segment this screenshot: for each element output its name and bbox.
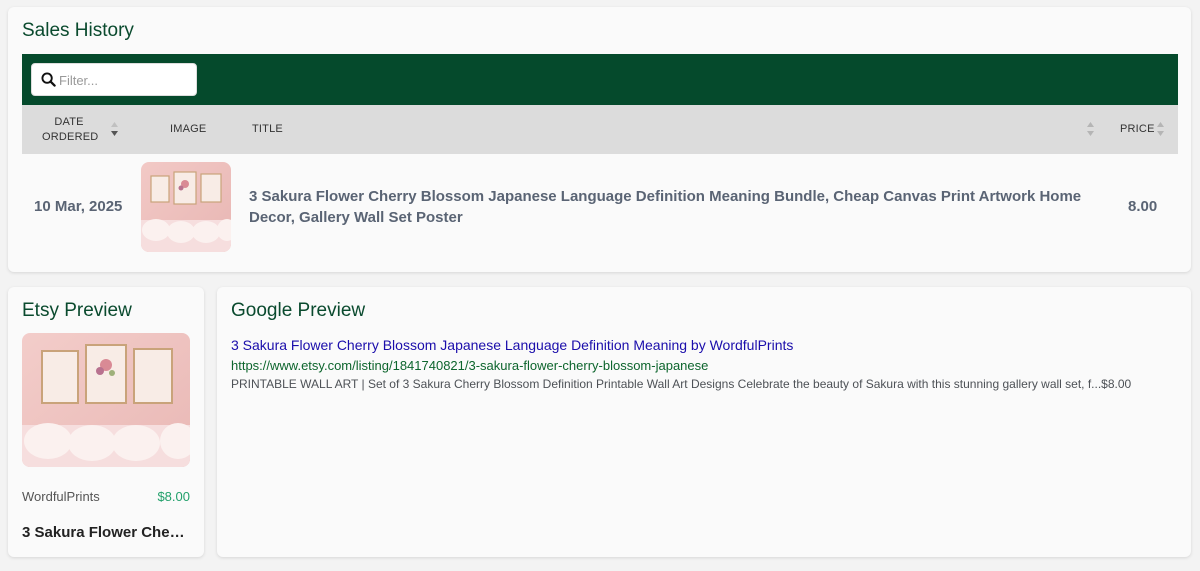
google-preview-card: Google Preview 3 Sakura Flower Cherry Bl…: [217, 287, 1191, 557]
wall-art-photo: [22, 333, 190, 467]
google-preview-title: Google Preview: [231, 300, 366, 321]
table-row[interactable]: 10 Mar, 2025 3 Sakura Flower Cherry Blos…: [22, 154, 1178, 260]
table-header: Date Ordered Image Title Price: [22, 105, 1178, 154]
column-header-price[interactable]: Price: [1120, 123, 1155, 135]
sort-icon[interactable]: [1156, 121, 1165, 137]
google-result-description: PRINTABLE WALL ART | Set of 3 Sakura Che…: [231, 377, 1132, 391]
column-header-date[interactable]: Date Ordered: [42, 115, 98, 145]
etsy-listing-image[interactable]: [22, 333, 190, 467]
sort-desc-icon[interactable]: [110, 121, 119, 137]
column-header-title[interactable]: Title: [252, 123, 283, 135]
etsy-preview-card: Etsy Preview WordfulPrints $8.00 3 Sakur: [8, 287, 204, 557]
product-price: 8.00: [1128, 198, 1158, 215]
google-result-url: https://www.etsy.com/listing/1841740821/…: [231, 358, 709, 373]
etsy-shop-name[interactable]: WordfulPrints: [22, 489, 100, 504]
column-header-image: Image: [170, 123, 207, 135]
search-icon: [41, 72, 56, 87]
product-thumbnail: [141, 162, 231, 252]
sales-history-title: Sales History: [22, 20, 134, 41]
table-toolbar: [22, 54, 1178, 105]
wall-art-photo: [141, 162, 231, 252]
sales-history-card: Sales History Date Ordered Image Title P…: [8, 7, 1191, 272]
filter-box[interactable]: [31, 63, 197, 96]
etsy-preview-title: Etsy Preview: [22, 300, 132, 321]
etsy-listing-title[interactable]: 3 Sakura Flower Cherry Blossom Japanese …: [22, 524, 190, 541]
product-title: 3 Sakura Flower Cherry Blossom Japanese …: [249, 188, 1082, 226]
filter-input[interactable]: [59, 70, 189, 90]
google-result-link[interactable]: 3 Sakura Flower Cherry Blossom Japanese …: [231, 337, 793, 353]
sort-icon[interactable]: [1086, 121, 1095, 137]
order-date: 10 Mar, 2025: [34, 198, 123, 215]
etsy-price: $8.00: [157, 489, 190, 504]
